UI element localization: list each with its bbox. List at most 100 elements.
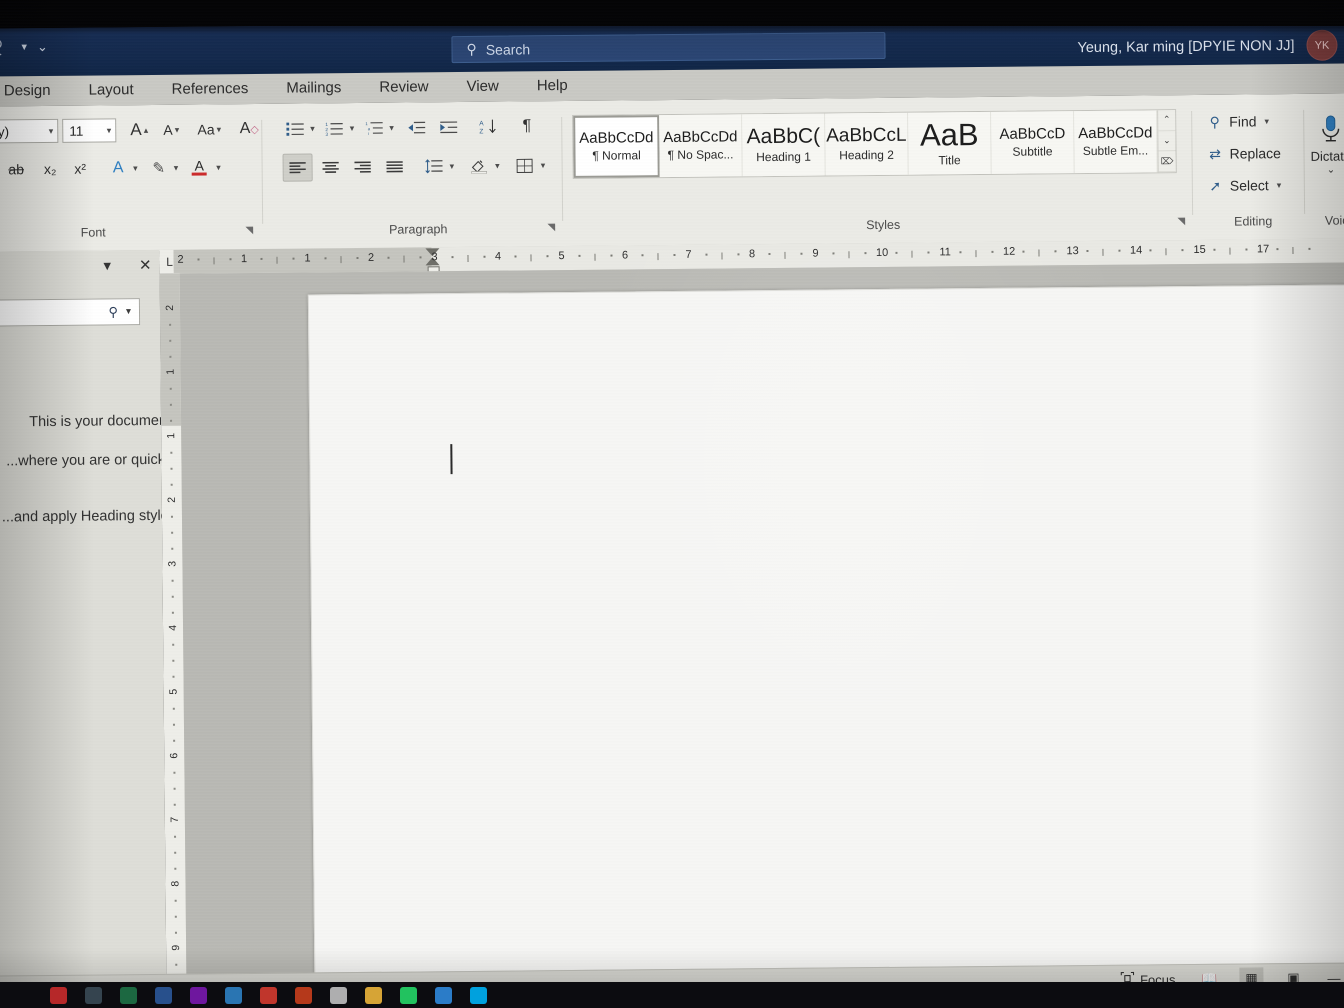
opera-icon[interactable] xyxy=(50,986,67,1004)
app-icon-6[interactable] xyxy=(225,986,242,1004)
customize-quick-access-toolbar-icon[interactable]: ⌄ xyxy=(37,39,47,55)
tab-view[interactable]: View xyxy=(460,75,504,98)
vruler-minor-mark xyxy=(174,931,177,934)
tab-references[interactable]: References xyxy=(166,77,255,101)
numbering-icon[interactable]: 123 xyxy=(322,115,348,141)
borders-chevron-down-icon[interactable]: ▾ xyxy=(541,160,546,171)
style-item-subtle-em[interactable]: AaBbCcDd Subtle Em... xyxy=(1074,110,1158,174)
touch-mode-chevron-down-icon[interactable]: ▾ xyxy=(21,41,27,53)
align-right-icon[interactable] xyxy=(349,154,377,180)
font-name-combobox[interactable]: (Body) ▾ xyxy=(0,118,59,144)
shading-chevron-down-icon[interactable]: ▾ xyxy=(495,160,500,171)
app-icon-9[interactable] xyxy=(330,986,347,1004)
style-item-subtitle[interactable]: AaBbCcD Subtitle xyxy=(991,111,1075,174)
highlight-chevron-down-icon[interactable]: ▾ xyxy=(174,162,179,173)
touch-mode-icon[interactable] xyxy=(0,36,12,58)
font-size-combobox[interactable]: 11 ▾ xyxy=(62,118,117,143)
style-item-no-spac[interactable]: AaBbCcDd ¶ No Spac... xyxy=(659,114,743,178)
file-explorer-icon[interactable] xyxy=(365,986,382,1004)
app-icon-2[interactable] xyxy=(85,986,102,1004)
font-dialog-launcher[interactable]: ◥ xyxy=(245,225,253,236)
tab-layout[interactable]: Layout xyxy=(82,78,139,102)
chevron-down-icon[interactable]: ▾ xyxy=(103,256,111,274)
increase-indent-icon[interactable] xyxy=(436,114,462,140)
find-button[interactable]: ⚲ Find ▾ xyxy=(1206,108,1281,135)
document-area[interactable] xyxy=(179,262,1344,990)
tab-mailings[interactable]: Mailings xyxy=(280,76,347,100)
windows-taskbar[interactable] xyxy=(0,982,1344,1008)
vruler-minor-mark xyxy=(169,403,172,406)
numbering-chevron-down-icon[interactable]: ▾ xyxy=(350,123,355,134)
ribbon-tabs: Design Layout References Mailings Review View… xyxy=(0,74,574,103)
shading-icon[interactable] xyxy=(466,153,492,179)
shrink-font-button[interactable]: A ▾ xyxy=(158,117,184,143)
styles-more-icon[interactable]: ⌦ xyxy=(1158,151,1176,173)
paragraph-dialog-launcher[interactable]: ◥ xyxy=(547,222,555,233)
style-item-heading-1[interactable]: AaBbC(Heading 1 xyxy=(742,113,826,177)
chevron-down-icon[interactable]: ▾ xyxy=(1264,116,1269,127)
styles-gallery-scrollbar[interactable]: ⌃ ⌄ ⌦ xyxy=(1157,110,1176,173)
onenote-icon[interactable] xyxy=(190,986,207,1004)
close-icon[interactable]: ✕ xyxy=(139,256,152,274)
styles-gallery[interactable]: AaBbCcDd ¶ Normal AaBbCcDd ¶ No Spac... AaBb… xyxy=(572,109,1177,179)
grow-font-button[interactable]: A ▴ xyxy=(126,117,152,143)
align-center-icon[interactable] xyxy=(317,154,345,180)
account-area[interactable]: Yeung, Kar ming [DPYIE NON JJ] YK xyxy=(1077,29,1338,63)
dictate-chevron-down-icon[interactable]: ⌄ xyxy=(1327,165,1335,176)
style-item-title[interactable]: AaB Title xyxy=(908,111,992,175)
nav-help-line-2: ...where you are or quickly xyxy=(6,451,167,470)
style-item-heading-2[interactable]: AaBbCcL Heading 2 xyxy=(825,112,909,176)
justify-icon[interactable] xyxy=(380,154,408,180)
bullets-icon[interactable] xyxy=(282,115,308,141)
show-paragraph-marks-button[interactable]: ¶ xyxy=(514,113,540,139)
line-spacing-icon[interactable] xyxy=(420,153,446,179)
ruler-minor-mark xyxy=(991,250,994,253)
select-button[interactable]: ➚ Select ▾ xyxy=(1207,172,1282,199)
tab-review[interactable]: Review xyxy=(373,75,434,99)
replace-button[interactable]: ⇄ Replace xyxy=(1206,140,1281,167)
app-icon-4[interactable] xyxy=(155,986,172,1004)
whatsapp-icon[interactable] xyxy=(400,986,417,1004)
multilevel-list-icon[interactable]: 1ai xyxy=(361,115,387,141)
tab-design[interactable]: Design xyxy=(0,79,57,103)
excel-icon[interactable] xyxy=(120,986,137,1004)
chevron-down-icon[interactable]: ▾ xyxy=(107,125,112,136)
subscript-button[interactable]: x₂ xyxy=(37,156,63,182)
decrease-indent-icon[interactable] xyxy=(404,114,430,140)
tab-help[interactable]: Help xyxy=(531,74,574,97)
borders-icon[interactable] xyxy=(512,152,538,178)
align-left-icon[interactable] xyxy=(282,153,313,182)
chevron-down-icon[interactable]: ▾ xyxy=(49,125,54,136)
strikethrough-button[interactable]: ab xyxy=(3,156,29,182)
text-effects-chevron-down-icon[interactable]: ▾ xyxy=(133,163,138,174)
navigation-search-input[interactable]: ⚲ ▾ xyxy=(0,298,141,328)
search-icon[interactable]: ⚲ xyxy=(108,304,118,320)
multilevel-chevron-down-icon[interactable]: ▾ xyxy=(389,122,394,133)
skype-icon[interactable] xyxy=(470,986,487,1004)
edge-icon[interactable] xyxy=(435,986,452,1004)
text-effects-button[interactable]: A xyxy=(105,155,131,181)
quick-access-toolbar[interactable]: ▾ ⌄ xyxy=(0,36,47,59)
change-case-button[interactable]: Aa ▾ xyxy=(196,116,222,142)
highlight-button[interactable]: ✎ xyxy=(146,155,172,181)
font-color-chevron-down-icon[interactable]: ▾ xyxy=(216,162,221,173)
styles-scroll-up-icon[interactable]: ⌃ xyxy=(1158,110,1176,131)
chevron-down-icon[interactable]: ▾ xyxy=(126,306,131,317)
bullets-chevron-down-icon[interactable]: ▾ xyxy=(310,123,315,134)
ruler-minor-mark xyxy=(673,253,676,256)
line-spacing-chevron-down-icon[interactable]: ▾ xyxy=(450,161,455,172)
styles-scroll-down-icon[interactable]: ⌄ xyxy=(1158,130,1176,152)
font-color-button[interactable]: A xyxy=(186,154,212,180)
search-box[interactable]: ⚲ Search xyxy=(451,31,886,64)
superscript-button[interactable]: x² xyxy=(67,156,93,182)
powerpoint-icon[interactable] xyxy=(295,986,312,1004)
document-page[interactable] xyxy=(307,284,1344,987)
chevron-down-icon[interactable]: ▾ xyxy=(1277,180,1282,191)
styles-dialog-launcher[interactable]: ◥ xyxy=(1177,216,1185,227)
app-icon-7[interactable] xyxy=(260,986,277,1004)
avatar[interactable]: YK xyxy=(1306,29,1338,61)
style-item-normal[interactable]: AaBbCcDd ¶ Normal xyxy=(573,115,660,178)
clear-formatting-button[interactable]: A ◇ xyxy=(236,116,262,142)
sort-icon[interactable]: AZ xyxy=(474,114,502,140)
dictate-button[interactable]: Dictate ⌄ xyxy=(1310,113,1344,176)
